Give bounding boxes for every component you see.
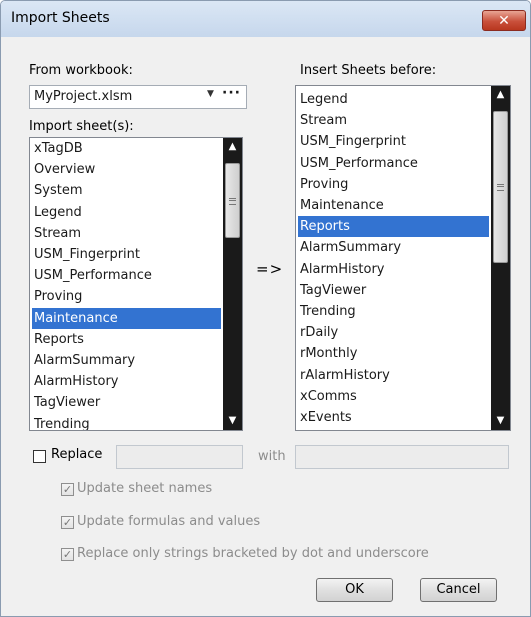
list-item[interactable]: Trending bbox=[32, 414, 221, 430]
replace-bracketed-checkbox[interactable]: ✓ bbox=[61, 548, 74, 561]
list-item[interactable]: xEvents bbox=[298, 407, 489, 428]
list-item[interactable]: Stream bbox=[32, 223, 221, 244]
list-item[interactable]: Legend bbox=[32, 202, 221, 223]
list-item[interactable]: AlarmSummary bbox=[32, 350, 221, 371]
list-item[interactable]: USM_Fingerprint bbox=[298, 131, 489, 152]
list-item[interactable]: USM_Fingerprint bbox=[32, 244, 221, 265]
title-bar[interactable]: Import Sheets ✕ bbox=[1, 1, 530, 37]
workbook-value: MyProject.xlsm bbox=[34, 89, 133, 104]
dialog-title: Import Sheets bbox=[11, 10, 110, 26]
replace-with-field[interactable] bbox=[295, 445, 509, 469]
transfer-arrow: => bbox=[256, 260, 284, 278]
insert-before-label: Insert Sheets before: bbox=[300, 63, 437, 78]
list-item[interactable]: Reports bbox=[32, 329, 221, 350]
scroll-up-arrow-icon[interactable]: ▲ bbox=[223, 138, 242, 156]
import-list-scrollbar[interactable]: ▲ ▼ bbox=[223, 138, 242, 430]
replace-bracketed-label: Replace only strings bracketed by dot an… bbox=[77, 546, 429, 561]
workbook-combobox[interactable]: MyProject.xlsm ▼ ··· bbox=[29, 85, 247, 109]
list-item[interactable]: Legend bbox=[298, 89, 489, 110]
scroll-down-arrow-icon[interactable]: ▼ bbox=[491, 412, 510, 430]
list-item[interactable]: xComms bbox=[298, 386, 489, 407]
list-item[interactable]: USM_Performance bbox=[32, 265, 221, 286]
from-workbook-label: From workbook: bbox=[29, 63, 133, 78]
list-item[interactable]: USM_Performance bbox=[298, 153, 489, 174]
replace-find-field[interactable] bbox=[116, 445, 243, 469]
grip-icon bbox=[497, 184, 504, 191]
list-item[interactable]: AlarmHistory bbox=[32, 371, 221, 392]
list-item[interactable]: Reports bbox=[298, 216, 489, 238]
scroll-up-arrow-icon[interactable]: ▲ bbox=[491, 86, 510, 104]
list-item[interactable]: TagViewer bbox=[32, 392, 221, 413]
list-item[interactable]: Trending bbox=[298, 301, 489, 322]
list-item[interactable]: Proving bbox=[32, 286, 221, 307]
update-formulas-label: Update formulas and values bbox=[77, 514, 261, 529]
replace-label[interactable]: Replace bbox=[51, 447, 102, 462]
list-item[interactable]: rMonthly bbox=[298, 343, 489, 364]
import-sheets-listbox[interactable]: Trending TagViewer AlarmHistory AlarmSummar… bbox=[29, 137, 243, 431]
replace-checkbox[interactable] bbox=[33, 450, 46, 463]
list-item[interactable]: Overview bbox=[32, 159, 221, 180]
list-item[interactable]: System bbox=[32, 180, 221, 201]
with-label: with bbox=[258, 449, 286, 464]
list-item[interactable]: Maintenance bbox=[298, 195, 489, 216]
update-sheet-names-checkbox[interactable]: ✓ bbox=[61, 483, 74, 496]
close-button[interactable]: ✕ bbox=[482, 10, 526, 31]
scroll-thumb[interactable] bbox=[493, 111, 508, 263]
list-item[interactable]: AlarmHistory bbox=[298, 259, 489, 280]
list-item[interactable]: AlarmSummary bbox=[298, 237, 489, 258]
scroll-down-arrow-icon[interactable]: ▼ bbox=[223, 412, 242, 430]
ok-button[interactable]: OK bbox=[316, 578, 393, 602]
browse-button[interactable]: ··· bbox=[222, 85, 241, 101]
list-item[interactable]: xTagDB bbox=[32, 138, 221, 159]
grip-icon bbox=[229, 197, 236, 205]
list-item[interactable]: rDaily bbox=[298, 322, 489, 343]
list-item[interactable]: Proving bbox=[298, 174, 489, 195]
insert-list-scrollbar[interactable]: ▲ ▼ bbox=[491, 86, 510, 430]
dropdown-arrow-icon[interactable]: ▼ bbox=[207, 89, 214, 99]
scroll-thumb[interactable] bbox=[225, 163, 240, 238]
cancel-button[interactable]: Cancel bbox=[420, 578, 497, 602]
list-item[interactable]: rAlarmHistory bbox=[298, 365, 489, 386]
list-item[interactable]: Stream bbox=[298, 110, 489, 131]
insert-before-listbox[interactable]: xEvents xComms rAlarmHistory rMonthly rDaily… bbox=[295, 85, 511, 431]
import-sheets-dialog: Import Sheets ✕ From workbook: MyProject… bbox=[0, 0, 531, 617]
update-formulas-checkbox[interactable]: ✓ bbox=[61, 516, 74, 529]
close-icon: ✕ bbox=[498, 12, 510, 29]
update-sheet-names-label: Update sheet names bbox=[77, 481, 213, 496]
list-item[interactable]: TagViewer bbox=[298, 280, 489, 301]
import-sheets-label: Import sheet(s): bbox=[29, 119, 134, 134]
list-item[interactable]: Maintenance bbox=[32, 307, 221, 329]
